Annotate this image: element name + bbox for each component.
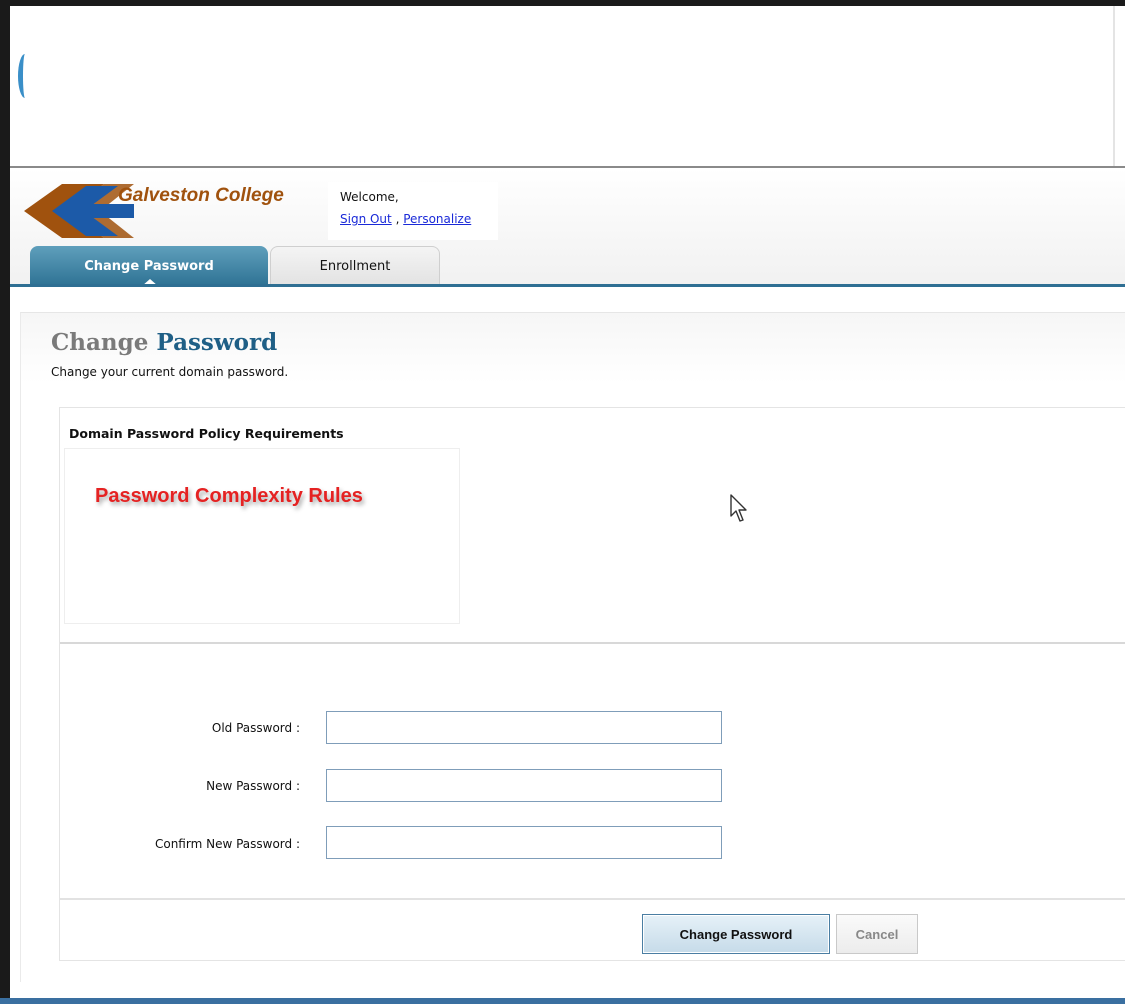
- tab-change-password[interactable]: Change Password: [30, 246, 268, 286]
- old-password-input[interactable]: [326, 711, 722, 744]
- policy-heading: Domain Password Policy Requirements: [69, 426, 344, 441]
- college-logo[interactable]: Galveston College: [24, 178, 320, 244]
- personalize-link[interactable]: Personalize: [403, 212, 471, 226]
- link-separator: ,: [391, 212, 404, 226]
- tab-label: Enrollment: [319, 259, 391, 274]
- partial-circle-icon: [18, 54, 32, 98]
- new-password-label: New Password :: [206, 779, 300, 793]
- tab-label: Change Password: [84, 258, 214, 274]
- window-frame-left: [0, 0, 10, 1004]
- portal-header: Galveston College Welcome, Sign Out , Pe…: [10, 166, 1125, 287]
- top-blank-area: [10, 6, 1125, 166]
- welcome-text: Welcome,: [340, 190, 399, 204]
- policy-rules-box: Password Complexity Rules: [64, 448, 460, 624]
- page-subtitle: Change your current domain password.: [51, 365, 289, 379]
- change-password-panel: Domain Password Policy Requirements Pass…: [59, 407, 1125, 961]
- page-title-part2: Password: [156, 329, 278, 356]
- vertical-divider: [1113, 6, 1115, 166]
- page-title: Change Password: [51, 329, 277, 356]
- section-divider: [60, 642, 1125, 644]
- nav-underline: [10, 284, 1125, 287]
- welcome-box: Welcome, Sign Out , Personalize: [328, 182, 498, 240]
- new-password-input[interactable]: [326, 769, 722, 802]
- window-frame-bottom: [0, 998, 1125, 1004]
- user-links: Sign Out , Personalize: [340, 212, 471, 226]
- mouse-pointer-icon: [730, 494, 750, 524]
- main-content: Change Password Change your current doma…: [20, 312, 1125, 982]
- college-name: Galveston College: [118, 185, 284, 206]
- confirm-password-label: Confirm New Password :: [154, 837, 300, 851]
- page-title-part1: Change: [51, 329, 149, 356]
- change-password-button[interactable]: Change Password: [642, 914, 830, 954]
- confirm-password-input[interactable]: [326, 826, 722, 859]
- form-divider: [60, 898, 1125, 900]
- password-complexity-rules: Password Complexity Rules: [95, 485, 363, 507]
- sign-out-link[interactable]: Sign Out: [340, 212, 392, 226]
- old-password-label: Old Password :: [211, 721, 300, 735]
- cancel-button[interactable]: Cancel: [836, 914, 918, 954]
- tab-enrollment[interactable]: Enrollment: [270, 246, 440, 286]
